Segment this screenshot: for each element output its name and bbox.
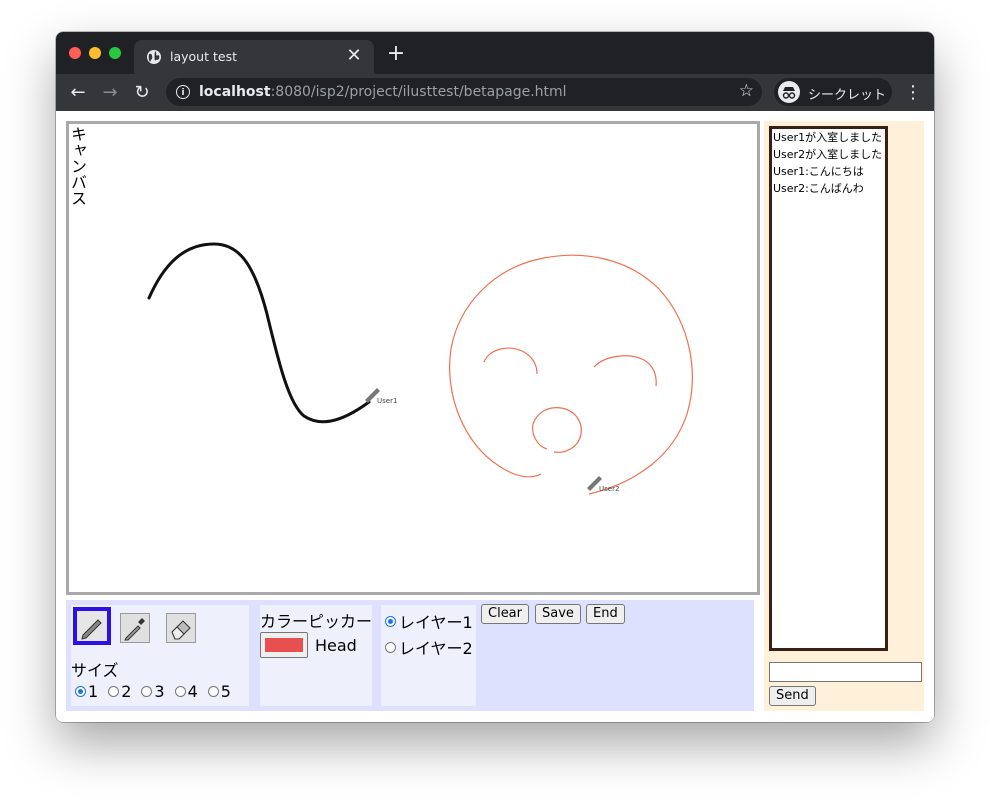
size-label: サイズ — [71, 661, 119, 680]
eraser-tool-button[interactable] — [166, 613, 196, 643]
size-options: 1 2 3 4 5 — [75, 682, 231, 701]
chat-panel: User1が入室しました User2が入室しました User1:こんにちは Us… — [764, 121, 924, 711]
incognito-badge[interactable]: シークレット — [774, 78, 892, 106]
forward-icon[interactable]: → — [99, 82, 121, 104]
user2-cursor-label: User2 — [599, 485, 619, 493]
url-host: localhost — [199, 84, 271, 100]
incognito-icon — [778, 81, 800, 103]
color-swatch-fill — [265, 638, 303, 652]
layer-selector: レイヤー1 レイヤー2 — [381, 605, 476, 706]
reload-icon[interactable]: ↻ — [131, 82, 153, 104]
chat-message: User2が入室しました — [773, 148, 883, 161]
size-option-4[interactable]: 4 — [174, 682, 198, 701]
close-window-button[interactable] — [69, 47, 81, 59]
size-radio-5[interactable] — [207, 686, 219, 697]
layer-radio-1[interactable] — [385, 615, 396, 627]
url-text: localhost:8080/isp2/project/ilusttest/be… — [199, 84, 567, 100]
page-content: キャンバス User1 User2 サイズ 1 2 3 4 5 カラーピッカー … — [56, 111, 934, 722]
layer-radio-2[interactable] — [385, 641, 396, 653]
size-radio-3[interactable] — [141, 686, 153, 697]
address-bar[interactable]: i localhost:8080/isp2/project/ilusttest/… — [166, 78, 762, 106]
back-icon[interactable]: ← — [67, 82, 89, 104]
eyedropper-tool-button[interactable] — [120, 613, 150, 643]
menu-kebab-icon[interactable]: ⋮ — [904, 82, 922, 104]
user2-cursor: User2 — [587, 476, 619, 493]
chat-log: User1が入室しました User2が入室しました User1:こんにちは Us… — [769, 126, 888, 651]
size-option-3[interactable]: 3 — [141, 682, 165, 701]
incognito-label: シークレット — [808, 88, 887, 103]
left-eye — [483, 347, 538, 375]
color-picker-label: カラーピッカー — [260, 612, 373, 631]
pencil-tool-button[interactable] — [73, 607, 111, 645]
color-picker-input[interactable] — [260, 632, 308, 658]
layer-option-2[interactable]: レイヤー2 — [385, 635, 473, 659]
color-name: Head — [315, 636, 357, 655]
send-button[interactable]: Send — [769, 686, 816, 706]
close-tab-icon[interactable]: ✕ — [344, 46, 364, 66]
size-radio-2[interactable] — [108, 686, 120, 697]
tab-layout-test[interactable]: layout test ✕ — [134, 40, 374, 74]
size-option-1[interactable]: 1 — [75, 682, 98, 701]
tab-title: layout test — [170, 49, 237, 64]
end-button[interactable]: End — [586, 604, 625, 624]
right-eye — [593, 355, 657, 387]
layer-option-1[interactable]: レイヤー1 — [385, 609, 473, 633]
mouth — [532, 407, 582, 453]
bookmark-star-icon[interactable]: ☆ — [739, 81, 754, 101]
canvas-drawing: User1 User2 — [147, 242, 693, 495]
minimize-window-button[interactable] — [89, 47, 101, 59]
save-button[interactable]: Save — [535, 604, 581, 624]
size-option-2[interactable]: 2 — [108, 682, 131, 701]
size-radio-1[interactable] — [75, 686, 86, 697]
drawing-canvas[interactable]: キャンバス User1 User2 — [66, 121, 760, 595]
globe-icon — [147, 50, 161, 64]
chat-input[interactable] — [769, 662, 922, 682]
new-tab-icon[interactable]: + — [386, 43, 406, 65]
browser-window: layout test ✕ + ← → ↻ i localhost:8080/i… — [56, 32, 934, 722]
maximize-window-button[interactable] — [109, 47, 121, 59]
tab-strip: layout test ✕ + — [56, 32, 934, 74]
chat-message: User1:こんにちは — [773, 165, 864, 178]
clear-button[interactable]: Clear — [481, 604, 529, 624]
url-path: :8080/isp2/project/ilusttest/betapage.ht… — [270, 84, 567, 100]
eyedropper-icon — [124, 618, 145, 641]
user1-cursor-label: User1 — [377, 397, 397, 405]
eraser-icon — [171, 620, 191, 640]
info-icon[interactable]: i — [176, 85, 190, 99]
color-picker-group: カラーピッカー Head — [260, 605, 372, 706]
tool-selector: サイズ 1 2 3 4 5 — [71, 605, 249, 706]
size-option-5[interactable]: 5 — [207, 682, 231, 701]
size-radio-4[interactable] — [174, 686, 186, 697]
tool-panel: サイズ 1 2 3 4 5 カラーピッカー Head レイヤー1 レイヤー2 C… — [66, 600, 754, 711]
chat-message: User1が入室しました — [773, 131, 883, 144]
browser-toolbar: ← → ↻ i localhost:8080/isp2/project/ilus… — [56, 74, 934, 111]
chat-message: User2:こんばんわ — [773, 182, 864, 195]
black-stroke — [147, 242, 371, 424]
pencil-icon — [77, 611, 107, 641]
